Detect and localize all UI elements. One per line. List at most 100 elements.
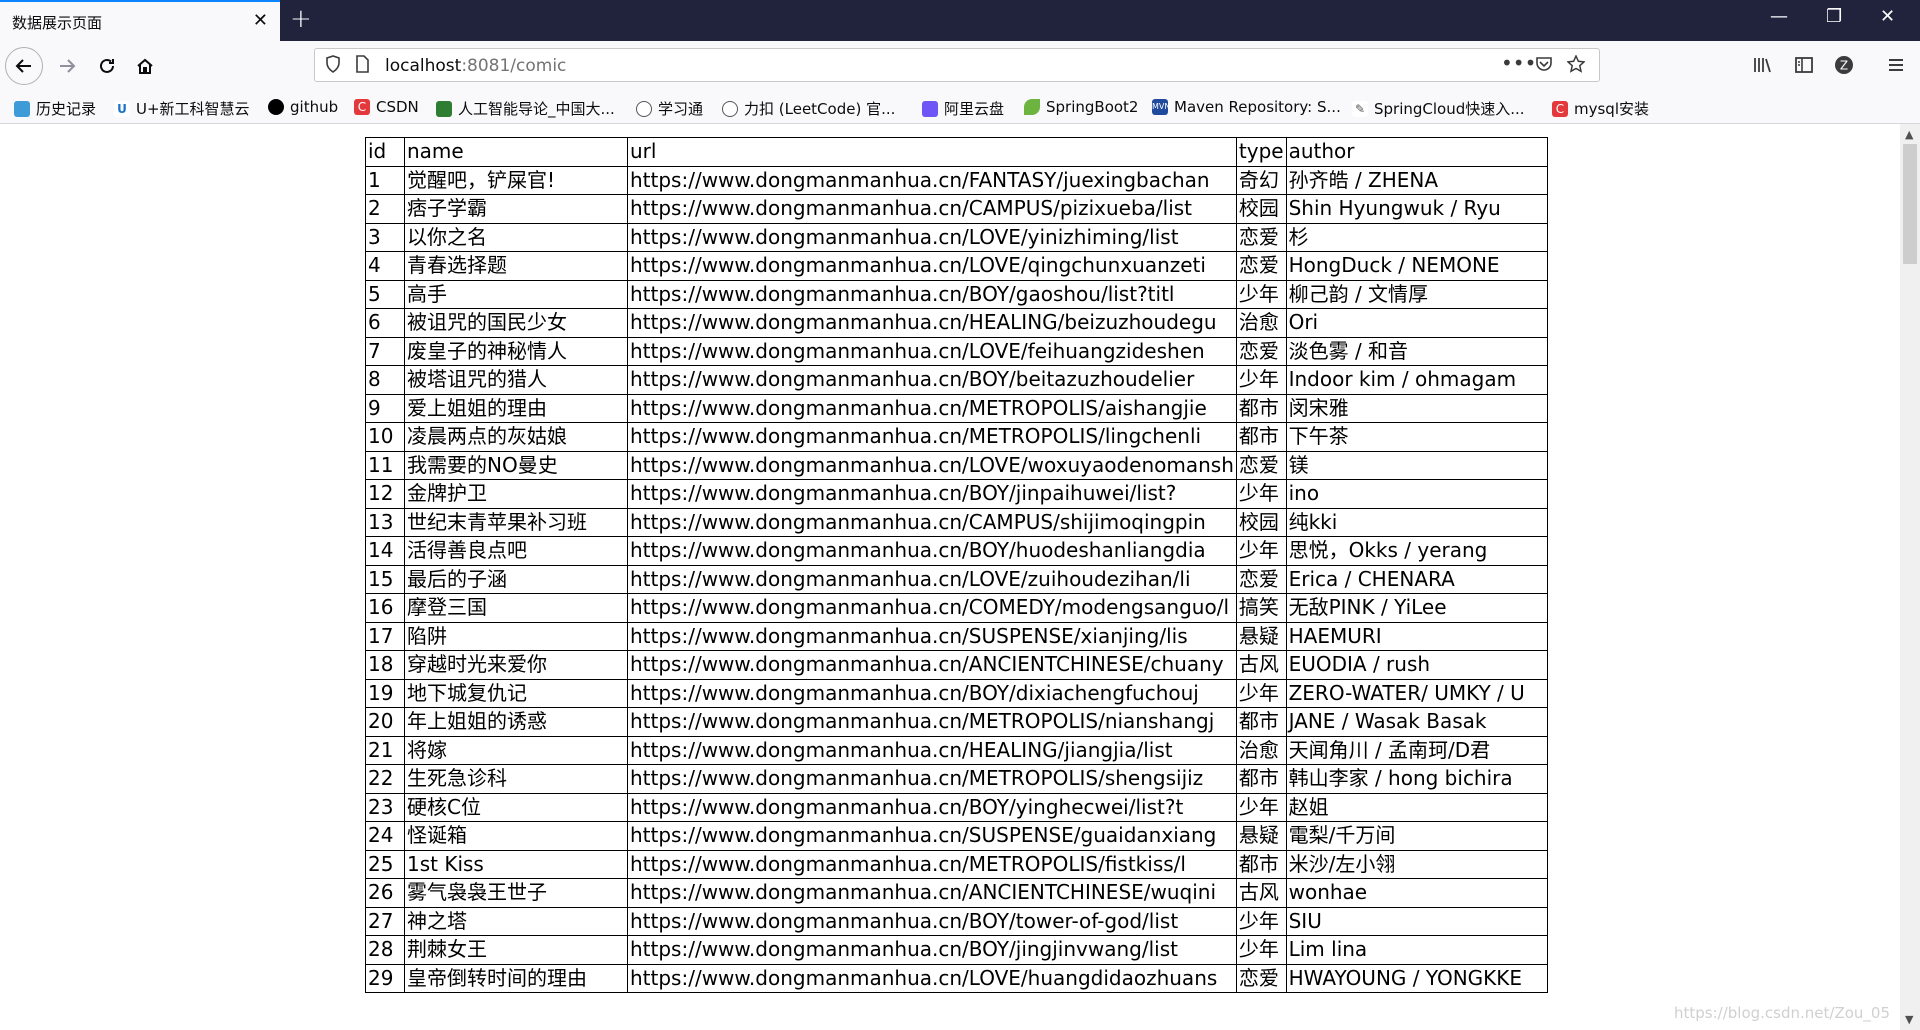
cell-id: 5 — [365, 279, 405, 309]
library-icon[interactable] — [1752, 55, 1772, 80]
cell-author: HongDuck / NEMONE — [1285, 251, 1548, 281]
cell-url: https://www.dongmanmanhua.cn/HEALING/bei… — [627, 308, 1237, 338]
cell-author: 韩山李家 / hong bichira — [1285, 764, 1548, 794]
cell-url: https://www.dongmanmanhua.cn/LOVE/qingch… — [627, 251, 1237, 281]
page-info-icon[interactable] — [355, 55, 369, 78]
active-tab[interactable]: 数据展示页面 ✕ — [0, 0, 280, 41]
cell-name: 地下城复仇记 — [404, 678, 628, 708]
table-row: 4 青春选择题 https://www.dongmanmanhua.cn/LOVE/… — [365, 251, 1548, 281]
cell-id: 24 — [365, 821, 405, 851]
cell-type: 治愈 — [1235, 308, 1287, 338]
menu-icon[interactable] — [1886, 55, 1906, 80]
bookmark-maven[interactable]: MVN Maven Repository: S... — [1152, 98, 1341, 116]
cell-id: 1 — [365, 165, 405, 195]
cell-id: 27 — [365, 906, 405, 936]
cell-id: 12 — [365, 479, 405, 509]
cell-name: 觉醒吧，铲屎官! — [404, 165, 628, 195]
table-row: 27 神之塔 https://www.dongmanmanhua.cn/BOY/to… — [365, 906, 1548, 936]
cell-url: https://www.dongmanmanhua.cn/COMEDY/mode… — [627, 593, 1237, 623]
bookmark-label: CSDN — [376, 98, 419, 116]
bookmark-xuexitong[interactable]: 学习通 — [636, 98, 703, 119]
cell-type: 校园 — [1235, 507, 1287, 537]
cell-type: 恋爱 — [1235, 251, 1287, 281]
cell-author: ZERO-WATER/ UMKY / U — [1285, 678, 1548, 708]
cell-url: https://www.dongmanmanhua.cn/METROPOLIS/… — [627, 707, 1237, 737]
close-window-icon[interactable]: ✕ — [1880, 6, 1895, 27]
scrollbar-thumb[interactable] — [1903, 144, 1917, 264]
cell-name: 我需要的NO曼史 — [404, 450, 628, 480]
cell-url: https://www.dongmanmanhua.cn/CAMPUS/pizi… — [627, 194, 1237, 224]
cell-author: 杉 — [1285, 222, 1548, 252]
reload-button[interactable] — [90, 49, 124, 83]
url-host: localhost — [385, 56, 462, 76]
cell-id: 10 — [365, 422, 405, 452]
table-row: 8 被塔诅咒的猎人 https://www.dongmanmanhua.cn/BOY… — [365, 365, 1548, 395]
page-content: id name url type author 1 觉醒吧，铲屎官! https:/… — [0, 124, 1900, 1030]
bookmark-github[interactable]: github — [268, 98, 338, 116]
bookmark-star-icon[interactable] — [1566, 54, 1586, 78]
cell-id: 13 — [365, 507, 405, 537]
scroll-down-icon[interactable]: ▼ — [1905, 1013, 1913, 1026]
more-actions-icon[interactable]: ••• — [1501, 51, 1536, 75]
vertical-scrollbar[interactable]: ▲ ▼ — [1900, 124, 1920, 1030]
cell-name: 金牌护卫 — [404, 479, 628, 509]
sidebar-icon[interactable] — [1794, 55, 1814, 80]
cell-name: 穿越时光来爱你 — [404, 650, 628, 680]
new-tab-icon[interactable]: + — [290, 4, 312, 34]
cell-name: 被诅咒的国民少女 — [404, 308, 628, 338]
bookmark-history[interactable]: 历史记录 — [14, 98, 96, 119]
bookmark-leetcode[interactable]: 力扣 (LeetCode) 官... — [722, 98, 895, 119]
scroll-up-icon[interactable]: ▲ — [1905, 128, 1913, 141]
close-icon[interactable]: ✕ — [253, 10, 268, 31]
cell-name: 硬核C位 — [404, 792, 628, 822]
cell-type: 都市 — [1235, 393, 1287, 423]
table-row: 13 世纪末青苹果补习班 https://www.dongmanmanhua.cn/… — [365, 507, 1548, 537]
cell-id: 25 — [365, 849, 405, 879]
cell-author: 電梨/千万间 — [1285, 821, 1548, 851]
cell-name: 荆棘女王 — [404, 935, 628, 965]
comic-table: id name url type author 1 觉醒吧，铲屎官! https:/… — [365, 137, 1548, 993]
minimize-icon[interactable]: — — [1770, 6, 1788, 27]
cell-type: 少年 — [1235, 678, 1287, 708]
cell-author: Erica / CHENARA — [1285, 564, 1548, 594]
bookmark-springboot2[interactable]: SpringBoot2 — [1024, 98, 1138, 116]
url-text[interactable]: localhost:8081/comic — [385, 56, 566, 76]
cell-url: https://www.dongmanmanhua.cn/ANCIENTCHIN… — [627, 878, 1237, 908]
header-id: id — [365, 137, 405, 167]
cell-id: 26 — [365, 878, 405, 908]
account-avatar-icon[interactable]: Z — [1834, 55, 1854, 80]
table-header-row: id name url type author — [365, 137, 1548, 167]
cell-type: 古风 — [1235, 878, 1287, 908]
bookmark-label: mysql安装 — [1574, 100, 1649, 118]
bookmark-label: SpringBoot2 — [1046, 98, 1139, 116]
table-row: 29 皇帝倒转时间的理由 https://www.dongmanmanhua.cn/… — [365, 963, 1548, 993]
bookmark-springcloud[interactable]: ✎ SpringCloud快速入... — [1352, 98, 1525, 119]
table-row: 12 金牌护卫 https://www.dongmanmanhua.cn/BOY/j… — [365, 479, 1548, 509]
bookmark-label: 阿里云盘 — [944, 100, 1005, 118]
globe-icon — [722, 100, 738, 117]
forward-button[interactable] — [50, 49, 84, 83]
bookmark-u-plus[interactable]: U U+新工科智慧云 — [114, 98, 250, 119]
shield-icon[interactable] — [325, 55, 341, 78]
url-bar[interactable]: localhost:8081/comic ••• — [314, 48, 1600, 82]
header-type: type — [1235, 137, 1287, 167]
bookmark-mysql[interactable]: Cmysql安装 — [1552, 98, 1649, 119]
bookmark-aliyun-drive[interactable]: 阿里云盘 — [922, 98, 1004, 119]
cell-url: https://www.dongmanmanhua.cn/METROPOLIS/… — [627, 393, 1237, 423]
home-button[interactable] — [128, 49, 162, 83]
bookmark-ai-intro[interactable]: 人工智能导论_中国大... — [436, 98, 615, 119]
bookmark-csdn[interactable]: C CSDN — [354, 98, 419, 116]
tab-title: 数据展示页面 — [12, 14, 103, 32]
restore-icon[interactable]: ❐ — [1826, 6, 1842, 27]
cell-url: https://www.dongmanmanhua.cn/CAMPUS/shij… — [627, 507, 1237, 537]
back-button[interactable] — [5, 47, 43, 85]
pocket-icon[interactable] — [1535, 55, 1553, 78]
cell-url: https://www.dongmanmanhua.cn/BOY/beitazu… — [627, 365, 1237, 395]
cell-id: 19 — [365, 678, 405, 708]
table-row: 19 地下城复仇记 https://www.dongmanmanhua.cn/BOY… — [365, 678, 1548, 708]
table-row: 14 活得善良点吧 https://www.dongmanmanhua.cn/BOY… — [365, 536, 1548, 566]
bookmark-label: 力扣 (LeetCode) 官... — [744, 100, 896, 118]
cell-type: 恋爱 — [1235, 336, 1287, 366]
cell-url: https://www.dongmanmanhua.cn/SUSPENSE/gu… — [627, 821, 1237, 851]
cell-name: 皇帝倒转时间的理由 — [404, 963, 628, 993]
